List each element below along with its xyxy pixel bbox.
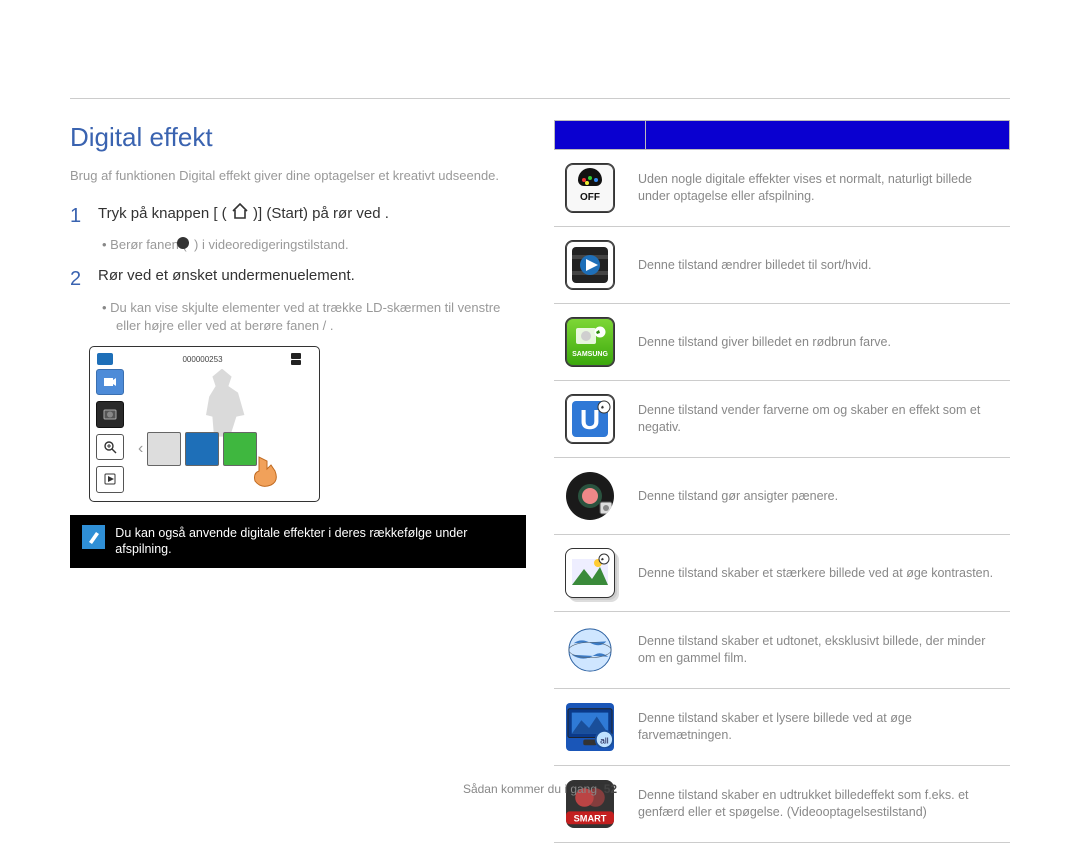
left-column: Digital effekt Brug af funktionen Digita… — [70, 120, 526, 760]
carousel-left-icon: ‹ — [138, 438, 143, 460]
mode-desc: Denne tilstand vender farverne om og ska… — [638, 402, 1004, 436]
lcd-counter: 000000253 — [182, 355, 222, 366]
note-icon — [82, 525, 105, 549]
step-1-bullet-pre: Berør fanen ( — [110, 237, 187, 252]
mode-icon-saturation: all — [566, 703, 614, 751]
touch-hand-icon — [247, 453, 283, 489]
lcd-mode-icon — [96, 352, 114, 370]
mode-desc: Denne tilstand skaber et lysere billede … — [638, 710, 1004, 744]
modes-header — [554, 120, 1010, 150]
mode-icon-off: OFF — [565, 163, 615, 213]
step-1-text: Tryk på knappen [ ( )] (Start) på rør ve… — [98, 203, 389, 230]
modes-header-icon-col — [555, 121, 645, 149]
top-divider — [70, 98, 1010, 99]
intro-paragraph: Brug af funktionen Digital effekt giver … — [70, 167, 510, 185]
manual-page: Digital effekt Brug af funktionen Digita… — [0, 0, 1080, 825]
svg-text:OFF: OFF — [580, 192, 600, 203]
mode-row-saturation: all Denne tilstand skaber et lysere bill… — [554, 689, 1010, 766]
note-box: Du kan også anvende digitale effekter i … — [70, 515, 526, 569]
mode-row-bw: Denne tilstand ændrer billedet til sort/… — [554, 227, 1010, 304]
mode-row-off: OFF Uden nogle digitale effekter vises e… — [554, 150, 1010, 227]
svg-text:SAMSUNG: SAMSUNG — [572, 351, 608, 358]
mode-desc: Denne tilstand ændrer billedet til sort/… — [638, 257, 1004, 274]
step-1-bullet: Berør fanen ( ) i videoredigeringstilsta… — [102, 236, 526, 255]
mode-desc: Denne tilstand skaber et stærkere billed… — [638, 565, 1004, 582]
mode-row-contrast: Denne tilstand skaber et stærkere billed… — [554, 535, 1010, 612]
page-footer: Sådan kommer du i gang 52 — [0, 781, 1080, 797]
step-1-pre: Tryk på knappen [ ( — [98, 205, 227, 222]
step-number: 1 — [70, 203, 88, 230]
lcd-tile-record — [96, 369, 124, 396]
mode-icon-oldfilm — [566, 626, 614, 674]
step-1: 1 Tryk på knappen [ ( )] (Start) på rør … — [70, 203, 526, 230]
svg-text:SMART: SMART — [574, 814, 607, 824]
lcd-battery-icon — [291, 353, 313, 369]
mode-desc: Denne tilstand giver billedet en rødbrun… — [638, 334, 1004, 351]
mode-desc: Uden nogle digitale effekter vises et no… — [638, 171, 1004, 205]
step-2-text: Rør ved et ønsket undermenuelement. — [98, 266, 355, 293]
step-2: 2 Rør ved et ønsket undermenuelement. — [70, 266, 526, 293]
carousel-thumb — [185, 432, 219, 466]
mode-desc: Denne tilstand gør ansigter pænere. — [638, 488, 1004, 505]
mode-icon-sepia: SAMSUNG — [565, 317, 615, 367]
step-1-post: )] (Start) på rør ved . — [253, 205, 389, 222]
mode-icon-bw — [565, 240, 615, 290]
mode-icon-face — [566, 472, 614, 520]
section-title: Digital effekt — [70, 120, 526, 155]
lcd-illustration: 000000253 — [90, 347, 319, 501]
svg-text:all: all — [600, 735, 609, 745]
mode-row-negative: U Denne tilstand vender farverne om og s… — [554, 381, 1010, 458]
mode-icon-contrast — [565, 548, 615, 598]
svg-text:U: U — [580, 404, 600, 435]
modes-header-desc-col — [645, 121, 1009, 149]
lcd-tile-zoom — [96, 434, 124, 461]
step-2-bullet: Du kan vise skjulte elementer ved at træ… — [102, 299, 526, 334]
right-column: OFF Uden nogle digitale effekter vises e… — [554, 120, 1010, 760]
footer-section: Sådan kommer du i gang — [463, 782, 597, 796]
mode-row-ghost: SMART Denne tilstand skaber en udtrukket… — [554, 766, 1010, 843]
mode-icon-negative: U — [565, 394, 615, 444]
step-2-bullets: Du kan vise skjulte elementer ved at træ… — [102, 299, 526, 334]
step-1-bullet-post: ) i videoredigeringstilstand. — [194, 237, 349, 252]
carousel-thumb — [147, 432, 181, 466]
mode-row-oldfilm: Denne tilstand skaber et udtonet, eksklu… — [554, 612, 1010, 689]
mode-row-face: Denne tilstand gør ansigter pænere. — [554, 458, 1010, 535]
home-icon — [231, 203, 249, 225]
two-column-layout: Digital effekt Brug af funktionen Digita… — [70, 120, 1010, 760]
step-number: 2 — [70, 266, 88, 293]
step-1-bullets: Berør fanen ( ) i videoredigeringstilsta… — [102, 236, 526, 255]
mode-row-sepia: SAMSUNG Denne tilstand giver billedet en… — [554, 304, 1010, 381]
mode-desc: Denne tilstand skaber et udtonet, eksklu… — [638, 633, 1004, 667]
footer-page-number: 52 — [604, 782, 617, 796]
lcd-tile-photo — [96, 401, 124, 428]
lcd-tile-play — [96, 466, 124, 493]
note-text: Du kan også anvende digitale effekter i … — [115, 525, 514, 559]
